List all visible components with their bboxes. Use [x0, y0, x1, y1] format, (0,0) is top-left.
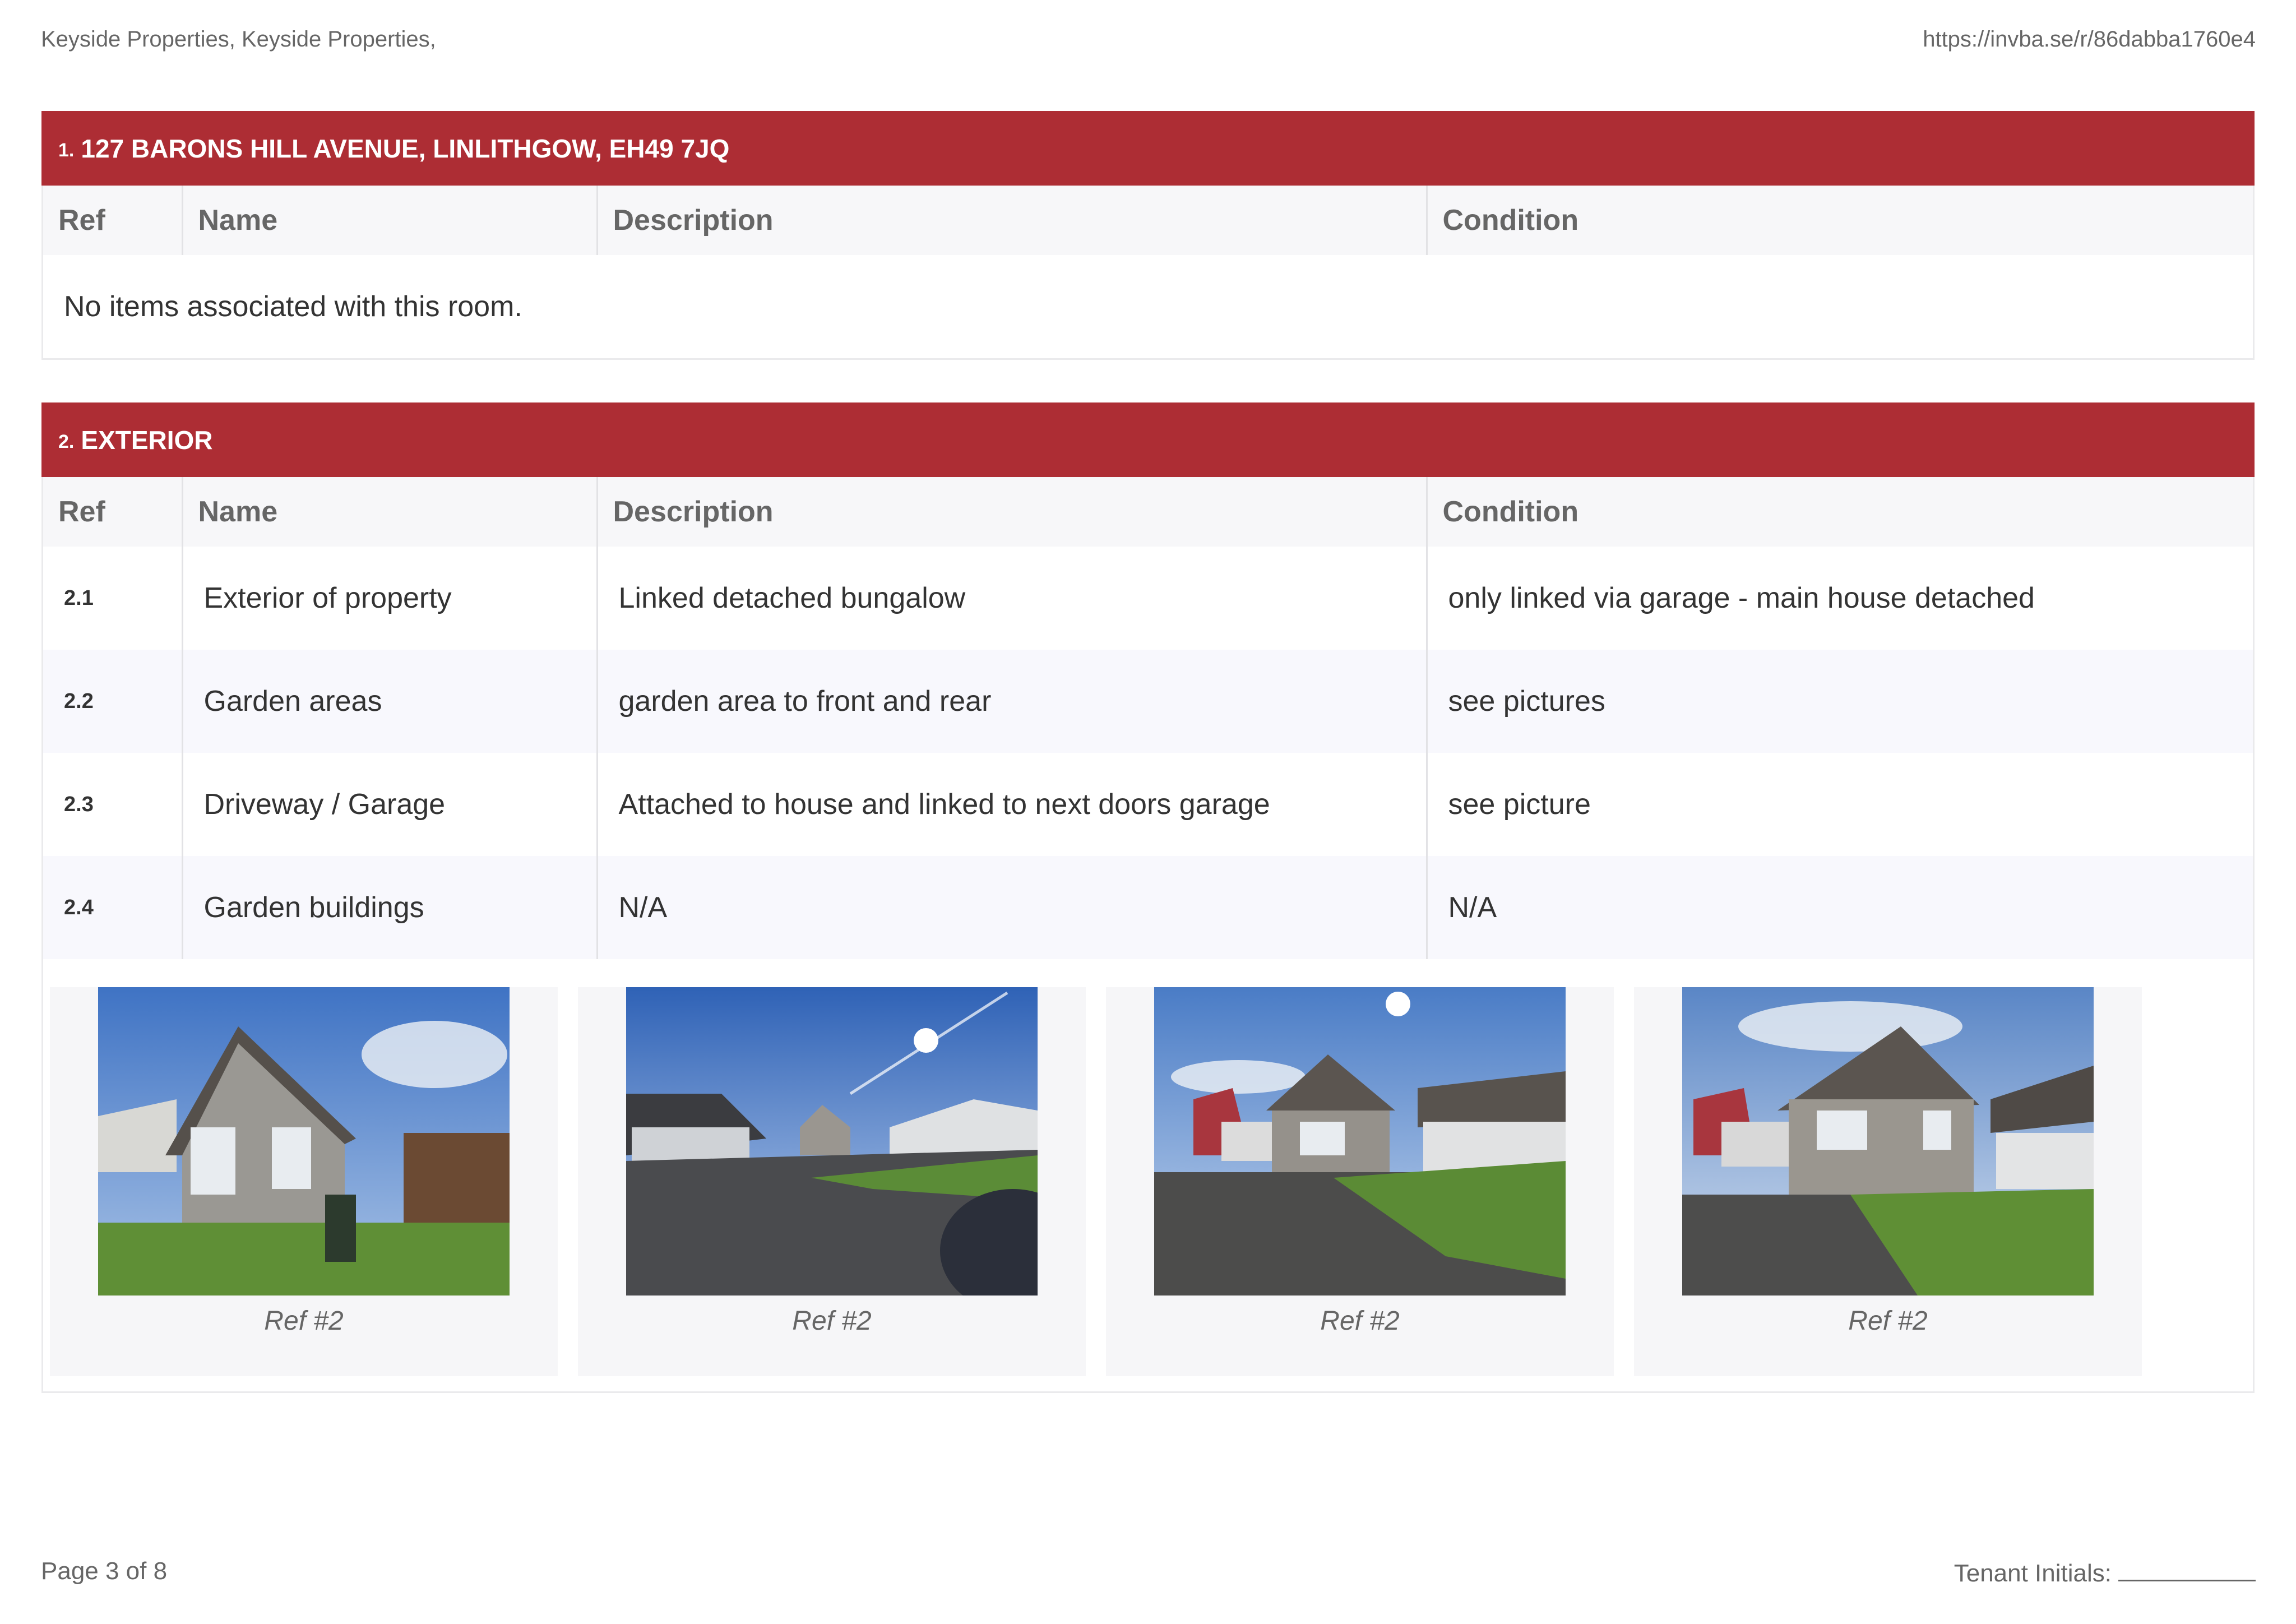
photo-caption: Ref #2 — [1848, 1306, 1928, 1336]
item-name: Garden areas — [181, 650, 597, 753]
photo-caption: Ref #2 — [1320, 1306, 1400, 1336]
initials-signature-line — [2118, 1557, 2256, 1581]
company-name: Keyside Properties, Keyside Properties, — [41, 27, 436, 52]
item-ref: 2.4 — [43, 856, 182, 959]
photo-card[interactable]: Ref #2 — [50, 987, 558, 1376]
item-name: Garden buildings — [181, 856, 597, 959]
item-description: Attached to house and linked to next doo… — [596, 753, 1427, 856]
tenant-initials: Tenant Initials: — [1954, 1557, 2256, 1588]
item-name: Driveway / Garage — [181, 753, 597, 856]
section-title: 2. EXTERIOR — [41, 402, 2255, 477]
empty-message: No items associated with this room. — [64, 290, 522, 323]
description-column-header: Description — [596, 186, 1427, 255]
condition-column-header: Condition — [1425, 477, 2253, 547]
item-condition: N/A — [1425, 856, 2253, 959]
table-header-row: Ref Name Description Condition — [43, 477, 2253, 547]
photo-caption: Ref #2 — [792, 1306, 872, 1336]
section-title: 1. 127 BARONS HILL AVENUE, LINLITHGOW, E… — [41, 111, 2255, 186]
section-name: EXTERIOR — [81, 425, 213, 455]
items-table: Ref Name Description Condition 2.1 Exter… — [43, 477, 2253, 959]
description-column-header: Description — [596, 477, 1427, 547]
room-section-1: 1. 127 BARONS HILL AVENUE, LINLITHGOW, E… — [41, 111, 2255, 360]
item-name: Exterior of property — [181, 547, 597, 650]
ref-column-header: Ref — [43, 477, 182, 547]
table-header-row: Ref Name Description Condition — [43, 186, 2253, 255]
room-section-2: 2. EXTERIOR Ref Name Description Conditi… — [41, 402, 2255, 1393]
table-row: 2.2 Garden areas garden area to front an… — [43, 650, 2253, 753]
house-photo[interactable] — [1682, 987, 2094, 1296]
photo-gallery: Ref #2 Ref #2 Ref #2 Ref #2 — [43, 959, 2253, 1386]
photo-caption: Ref #2 — [264, 1306, 344, 1336]
section-number: 1. — [58, 140, 75, 161]
name-column-header: Name — [181, 477, 597, 547]
photo-card[interactable]: Ref #2 — [1106, 987, 1614, 1376]
table-row: 2.4 Garden buildings N/A N/A — [43, 856, 2253, 959]
house-photo[interactable] — [626, 987, 1038, 1296]
items-table: Ref Name Description Condition — [43, 186, 2253, 255]
table-row: 2.1 Exterior of property Linked detached… — [43, 547, 2253, 650]
photo-card[interactable]: Ref #2 — [578, 987, 1086, 1376]
table-row: 2.3 Driveway / Garage Attached to house … — [43, 753, 2253, 856]
item-ref: 2.1 — [43, 547, 182, 650]
item-ref: 2.3 — [43, 753, 182, 856]
report-url[interactable]: https://invba.se/r/86dabba1760e4 — [1923, 27, 2256, 52]
name-column-header: Name — [181, 186, 597, 255]
section-name: 127 BARONS HILL AVENUE, LINLITHGOW, EH49… — [81, 133, 730, 163]
item-description: garden area to front and rear — [596, 650, 1427, 753]
condition-column-header: Condition — [1425, 186, 2253, 255]
house-photo[interactable] — [1154, 987, 1566, 1296]
ref-column-header: Ref — [43, 186, 182, 255]
item-condition: only linked via garage - main house deta… — [1425, 547, 2253, 650]
tenant-initials-label: Tenant Initials: — [1954, 1560, 2112, 1587]
page-number: Page 3 of 8 — [41, 1557, 168, 1585]
item-description: N/A — [596, 856, 1427, 959]
section-number: 2. — [58, 431, 75, 452]
photo-card[interactable]: Ref #2 — [1634, 987, 2142, 1376]
item-ref: 2.2 — [43, 650, 182, 753]
house-photo[interactable] — [98, 987, 510, 1296]
item-condition: see picture — [1425, 753, 2253, 856]
item-description: Linked detached bungalow — [596, 547, 1427, 650]
item-condition: see pictures — [1425, 650, 2253, 753]
